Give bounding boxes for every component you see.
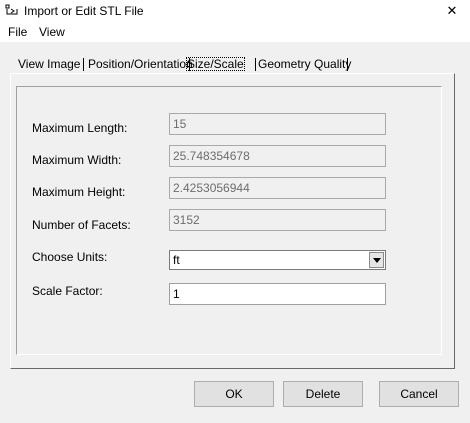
ok-button[interactable]: OK bbox=[194, 381, 274, 407]
chevron-down-icon[interactable] bbox=[369, 252, 384, 268]
window-title: Import or Edit STL File bbox=[24, 4, 144, 18]
units-selected-value: ft bbox=[173, 253, 180, 267]
units-select[interactable]: ft bbox=[169, 250, 386, 270]
max-width-label: Maximum Width: bbox=[32, 153, 122, 167]
max-height-field: 2.4253056944 bbox=[169, 177, 386, 199]
close-button[interactable]: ✕ bbox=[434, 0, 470, 22]
max-length-label: Maximum Length: bbox=[32, 121, 128, 135]
stl-file-icon bbox=[5, 4, 19, 16]
tab-label: Geometry Quality bbox=[258, 57, 352, 71]
max-length-field: 15 bbox=[169, 113, 386, 135]
tab-label: View Image bbox=[18, 57, 81, 71]
num-facets-label: Number of Facets: bbox=[32, 218, 131, 232]
tab-size-scale[interactable]: Size/Scale bbox=[184, 57, 256, 73]
max-height-label: Maximum Height: bbox=[32, 185, 126, 199]
menu-view[interactable]: View bbox=[38, 25, 66, 39]
scale-factor-label: Scale Factor: bbox=[32, 284, 103, 298]
tab-geometry-quality[interactable]: Geometry Quality bbox=[256, 57, 352, 73]
tab-label: Size/Scale bbox=[186, 57, 245, 71]
tab-separator bbox=[83, 58, 84, 71]
scale-factor-input[interactable]: 1 bbox=[169, 283, 386, 305]
title-bar: Import or Edit STL File ✕ bbox=[0, 0, 470, 22]
cancel-button[interactable]: Cancel bbox=[379, 381, 459, 407]
delete-button[interactable]: Delete bbox=[283, 381, 363, 407]
menu-bar: File View bbox=[0, 22, 470, 42]
menu-file[interactable]: File bbox=[7, 25, 28, 39]
tab-separator bbox=[347, 58, 348, 71]
max-width-field: 25.748354678 bbox=[169, 145, 386, 167]
tab-position-orientation[interactable]: Position/Orientation bbox=[86, 57, 193, 73]
tab-view-image[interactable]: View Image bbox=[16, 57, 84, 73]
num-facets-field: 3152 bbox=[169, 209, 386, 231]
tab-label: Position/Orientation bbox=[88, 57, 193, 71]
choose-units-label: Choose Units: bbox=[32, 250, 108, 264]
